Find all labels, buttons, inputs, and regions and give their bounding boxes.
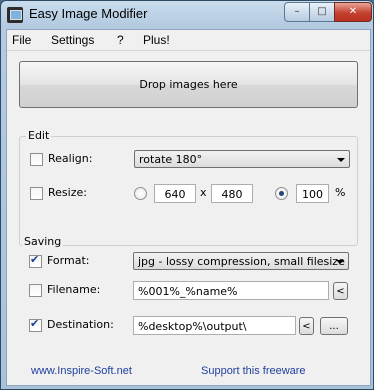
close-button[interactable]: ✕ xyxy=(334,2,372,22)
browse-button[interactable]: ... xyxy=(320,317,348,335)
filename-input[interactable]: %001%_%name% xyxy=(133,281,329,300)
destination-insert-button[interactable]: < xyxy=(299,317,314,335)
resize-label: Resize: xyxy=(48,186,87,199)
realign-select[interactable]: rotate 180° xyxy=(134,150,350,168)
saving-group: Saving Format: jpg - lossy compression, … xyxy=(19,235,356,379)
resize-pixels-radio[interactable] xyxy=(134,187,147,200)
resize-percent-radio[interactable] xyxy=(275,187,288,200)
edit-group: Edit Realign: rotate 180° Resize: 640 x … xyxy=(19,129,358,246)
drop-images-button[interactable]: Drop images here xyxy=(19,61,358,108)
app-icon xyxy=(7,7,23,23)
filename-insert-button[interactable]: < xyxy=(333,282,348,300)
realign-checkbox[interactable] xyxy=(30,153,43,166)
format-select[interactable]: jpg - lossy compression, small filesize xyxy=(133,252,349,270)
destination-label: Destination: xyxy=(47,318,114,331)
client-area: File Settings ? Plus! Drop images here E… xyxy=(6,29,371,386)
minimize-button[interactable]: – xyxy=(284,2,310,22)
format-checkbox[interactable] xyxy=(29,253,42,268)
chevron-down-icon xyxy=(336,260,344,264)
window-title: Easy Image Modifier xyxy=(29,6,148,21)
menu-bar: File Settings ? Plus! xyxy=(7,30,370,51)
title-bar[interactable]: Easy Image Modifier – □ ✕ xyxy=(1,1,373,29)
website-link[interactable]: www.Inspire-Soft.net xyxy=(31,365,132,377)
maximize-button[interactable]: □ xyxy=(309,2,335,22)
filename-checkbox[interactable] xyxy=(29,284,42,297)
filename-label: Filename: xyxy=(47,283,101,296)
menu-settings[interactable]: Settings xyxy=(51,33,94,47)
destination-input[interactable]: %desktop%\output\ xyxy=(133,316,296,335)
app-window: Easy Image Modifier – □ ✕ File Settings … xyxy=(0,0,374,390)
resize-checkbox[interactable] xyxy=(30,187,43,200)
format-select-value: jpg - lossy compression, small filesize xyxy=(138,255,345,268)
menu-plus[interactable]: Plus! xyxy=(143,33,170,47)
resize-x-label: x xyxy=(200,186,207,199)
chevron-down-icon xyxy=(337,158,345,162)
resize-width-input[interactable]: 640 xyxy=(154,184,196,203)
menu-help[interactable]: ? xyxy=(117,33,124,47)
destination-checkbox[interactable] xyxy=(29,317,42,332)
edit-group-title: Edit xyxy=(26,129,52,142)
support-link[interactable]: Support this freeware xyxy=(201,365,306,377)
percent-sign: % xyxy=(335,186,346,199)
format-label: Format: xyxy=(47,254,90,267)
menu-file[interactable]: File xyxy=(12,33,31,47)
resize-percent-input[interactable]: 100 xyxy=(296,184,329,203)
saving-group-title: Saving xyxy=(22,235,64,248)
realign-select-value: rotate 180° xyxy=(139,153,203,166)
resize-height-input[interactable]: 480 xyxy=(211,184,253,203)
realign-label: Realign: xyxy=(48,152,93,165)
